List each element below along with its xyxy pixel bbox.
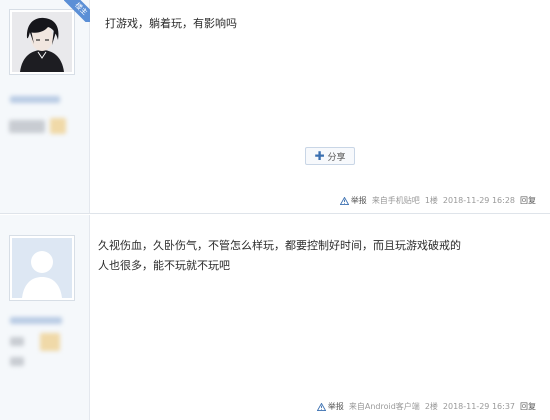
blurred-username (10, 96, 60, 103)
reply-link[interactable]: 回复 (520, 401, 536, 412)
share-button[interactable]: ✚ 分享 (305, 147, 355, 165)
post-meta: 举报 来自Android客户端 2楼 2018-11-29 16:37 回复 (316, 401, 536, 412)
share-label: 分享 (327, 152, 346, 163)
post-source: 来自Android客户端 (348, 402, 420, 411)
report-link[interactable]: 举报 (339, 195, 367, 206)
op-badge: 楼主 (64, 0, 90, 22)
post-meta: 举报 来自手机贴吧 1楼 2018-11-29 16:28 回复 (339, 195, 536, 206)
plus-icon: ✚ (314, 149, 325, 163)
blurred-level-info (10, 337, 24, 346)
blurred-username (10, 317, 62, 324)
post-floor-2: 久视伤血，久卧伤气，不管怎么样玩，都要控制好时间，而且玩游戏破戒的人也很多，能不… (0, 214, 550, 420)
floor-number: 1楼 (424, 196, 438, 205)
default-avatar-icon (12, 238, 72, 298)
report-label: 举报 (350, 196, 367, 205)
blurred-level-info (10, 357, 24, 366)
warning-icon (316, 402, 326, 411)
author-sidebar (0, 215, 90, 420)
post-timestamp: 2018-11-29 16:37 (442, 402, 515, 411)
post-source: 来自手机贴吧 (371, 196, 420, 205)
avatar[interactable] (9, 235, 75, 301)
post-body: 打游戏，躺着玩，有影响吗 (105, 17, 237, 30)
report-label: 举报 (327, 402, 344, 411)
post-content: 打游戏，躺着玩，有影响吗 ✚ 分享 举报 来自手机贴吧 1楼 2018-11-2… (90, 0, 550, 214)
author-sidebar: 楼主 (0, 0, 90, 214)
avatar-image (12, 12, 72, 72)
post-body: 久视伤血，久卧伤气，不管怎么样玩，都要控制好时间，而且玩游戏破戒的人也很多，能不… (98, 239, 461, 272)
report-link[interactable]: 举报 (316, 401, 344, 412)
blurred-badge (40, 333, 60, 351)
reply-link[interactable]: 回复 (520, 195, 536, 206)
post-floor-1: 楼主 打游戏，躺着玩，有影响吗 ✚ 分享 举报 来自手机贴吧 1楼 2018-1… (0, 0, 550, 214)
post-content: 久视伤血，久卧伤气，不管怎么样玩，都要控制好时间，而且玩游戏破戒的人也很多，能不… (90, 214, 550, 420)
post-timestamp: 2018-11-29 16:28 (442, 196, 515, 205)
warning-icon (339, 196, 349, 205)
op-ribbon: 楼主 (64, 0, 90, 22)
blurred-badge (50, 118, 66, 134)
blurred-level-info (9, 120, 45, 133)
floor-number: 2楼 (424, 402, 438, 411)
